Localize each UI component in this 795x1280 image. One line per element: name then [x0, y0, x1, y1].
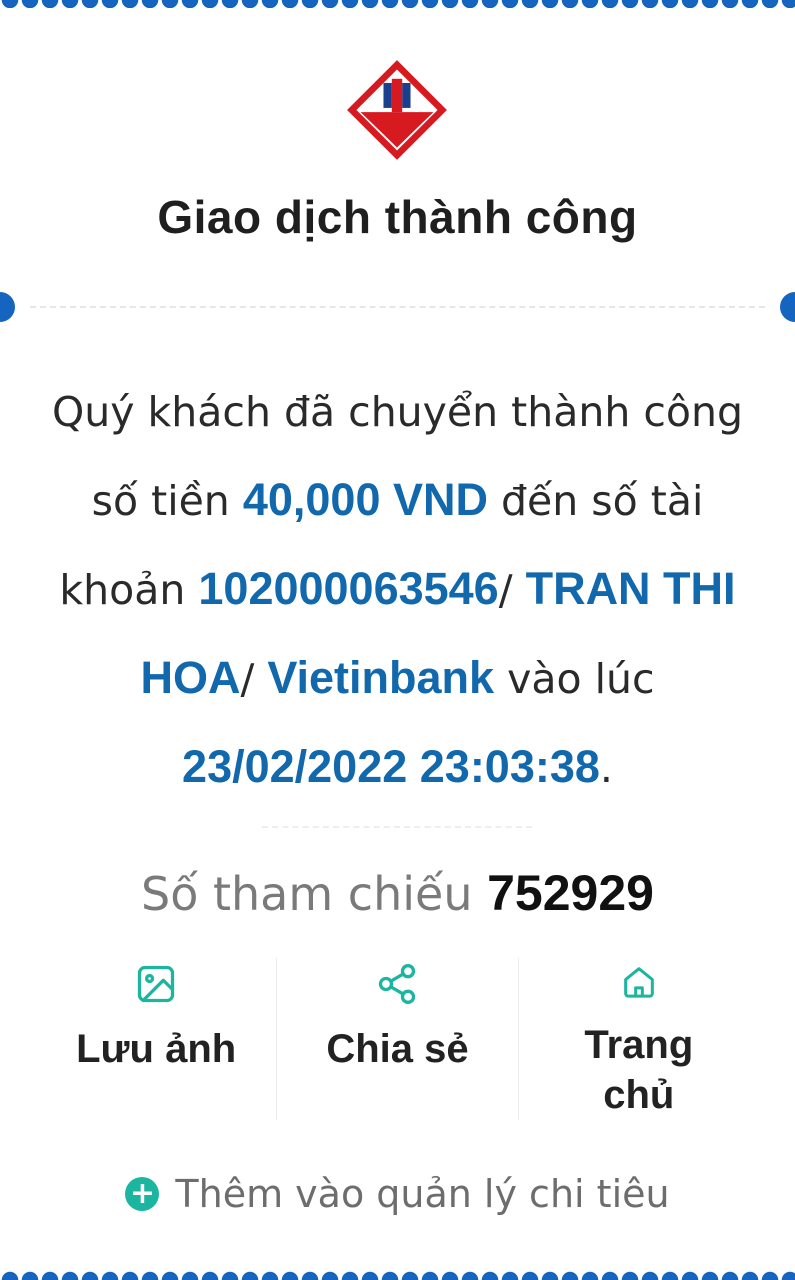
plus-circle-icon: +: [125, 1177, 160, 1211]
home-button[interactable]: Trang chủ: [519, 958, 759, 1120]
image-icon: [138, 965, 175, 1003]
message-end: .: [599, 744, 613, 792]
ticket-notch-right: [780, 292, 795, 322]
bottom-scallop-edge: [0, 1270, 795, 1280]
share-button[interactable]: Chia sẻ: [277, 958, 519, 1120]
add-expense-label: Thêm vào quản lý chi tiêu: [175, 1172, 670, 1216]
share-icon: [379, 964, 416, 1004]
top-scallop-edge: [0, 0, 795, 8]
account-number: 102000063546: [198, 563, 499, 614]
transfer-message: Quý khách đã chuyển thành công số tiền 4…: [40, 368, 755, 812]
ticket-notch-left: [0, 292, 15, 322]
home-icon: [623, 967, 654, 998]
share-label: Chia sẻ: [326, 1027, 469, 1071]
add-to-expense-manager-link[interactable]: + Thêm vào quản lý chi tiêu: [0, 1172, 795, 1216]
home-label: Trang chủ: [584, 1023, 694, 1117]
save-image-button[interactable]: Lưu ảnh: [36, 958, 278, 1120]
reference-value: 752929: [487, 865, 654, 921]
separator: /: [240, 655, 268, 703]
reference-number: Số tham chiếu 752929: [0, 864, 795, 922]
page-title: Giao dịch thành công: [157, 191, 638, 243]
transaction-datetime: 23/02/2022 23:03:38: [182, 741, 600, 792]
action-bar: Lưu ảnh Chia sẻ Trang chủ: [36, 958, 759, 1120]
section-divider: [30, 306, 765, 308]
separator: /: [498, 566, 526, 614]
reference-label: Số tham chiếu: [141, 867, 473, 921]
bank-name: Vietinbank: [267, 652, 495, 703]
bank-logo-icon: [347, 60, 447, 160]
message-text: vào lúc: [494, 655, 655, 703]
transfer-amount: 40,000 VND: [242, 474, 488, 525]
transaction-receipt: Giao dịch thành công Quý khách đã chuyển…: [0, 0, 795, 1280]
short-divider: [262, 826, 532, 828]
save-image-label: Lưu ảnh: [76, 1027, 237, 1071]
